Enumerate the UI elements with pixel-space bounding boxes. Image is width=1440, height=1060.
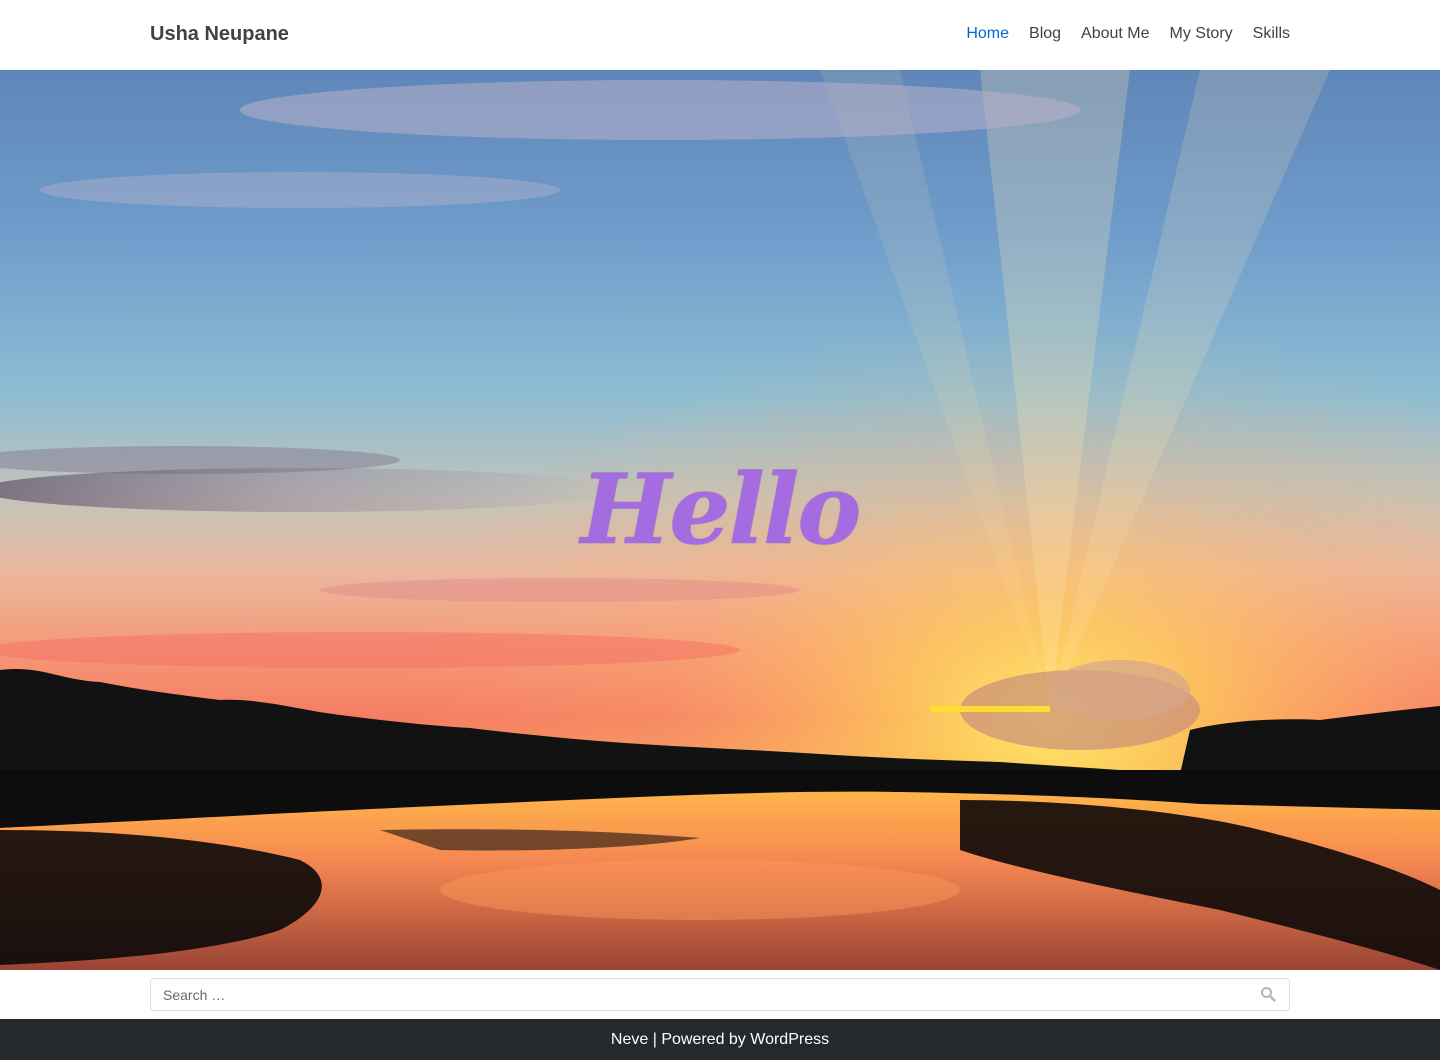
search-icon (1261, 987, 1276, 1002)
primary-nav: Home Blog About Me My Story Skills (966, 24, 1290, 44)
footer-separator-text: | Powered by (648, 1031, 751, 1048)
site-footer: Neve | Powered by WordPress (0, 1019, 1440, 1060)
nav-item-skills[interactable]: Skills (1253, 25, 1290, 42)
footer-credits: Neve | Powered by WordPress (0, 1019, 1440, 1060)
site-header: Usha Neupane Home Blog About Me My Story… (0, 0, 1440, 70)
search-input[interactable] (151, 979, 1251, 1010)
hero-banner: Hello (0, 70, 1440, 970)
site-title[interactable]: Usha Neupane (150, 22, 289, 46)
nav-item-blog[interactable]: Blog (1029, 25, 1061, 42)
nav-item-my-story[interactable]: My Story (1170, 25, 1233, 42)
footer-theme-link[interactable]: Neve (611, 1031, 648, 1048)
nav-item-about-me[interactable]: About Me (1081, 25, 1149, 42)
search-form (150, 978, 1290, 1011)
nav-item-home[interactable]: Home (966, 25, 1009, 42)
hero-title: Hello (580, 453, 862, 566)
search-button[interactable] (1259, 986, 1277, 1004)
footer-wordpress-link[interactable]: WordPress (750, 1031, 829, 1048)
